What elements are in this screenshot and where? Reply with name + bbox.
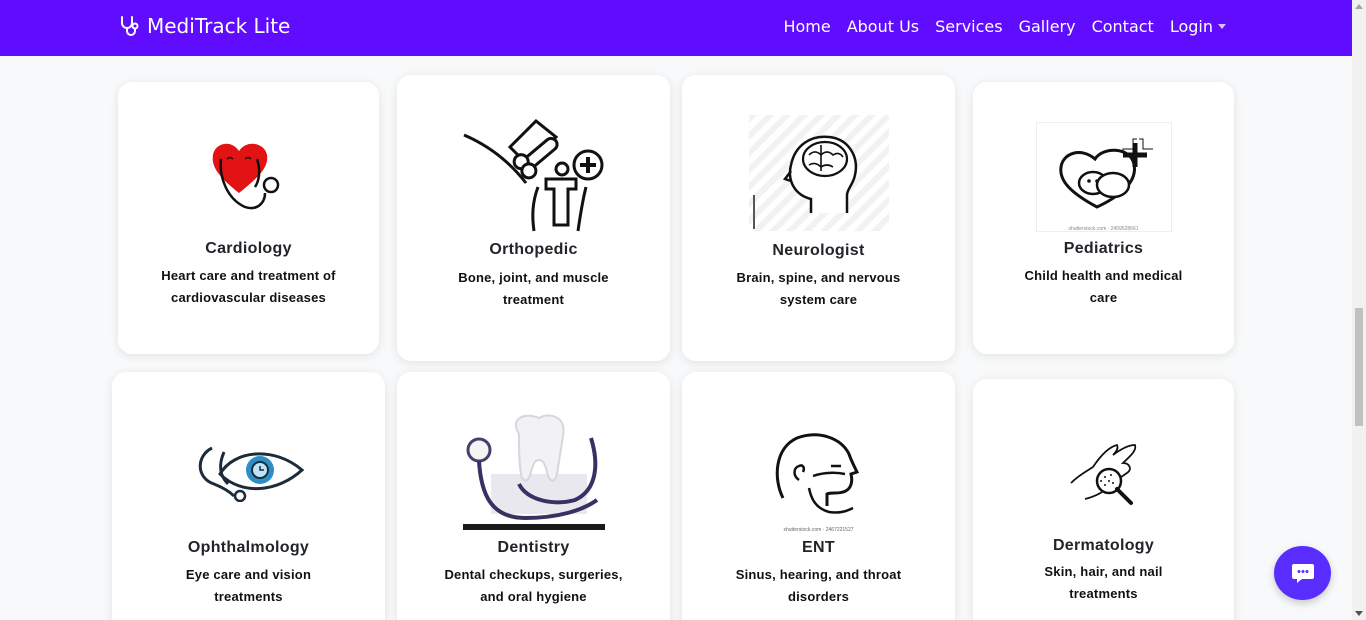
nav-links: Home About Us Services Gallery Contact L… [767, 17, 1226, 36]
card-description: Bone, joint, and muscle treatment [458, 270, 609, 307]
brand-link[interactable]: MediTrack Lite [118, 14, 290, 38]
ent-image: shutterstock.com · 2467221527 [768, 428, 869, 533]
nav-services[interactable]: Services [935, 17, 1002, 36]
eye-stethoscope-icon [198, 446, 304, 502]
service-card-pediatrics[interactable]: shutterstock.com · 2459528661 Pediatrics… [973, 82, 1234, 354]
scroll-thumb[interactable] [1355, 308, 1363, 426]
brain-head-icon [748, 115, 889, 231]
bone-joint-icon [462, 118, 603, 232]
card-title: Pediatrics [1063, 240, 1144, 257]
page-scrollbar[interactable] [1352, 0, 1366, 620]
watermark: shutterstock.com · 2467221527 [783, 527, 854, 533]
head-throat-icon [775, 433, 859, 514]
service-card-neurologist[interactable]: Neurologist Brain, spine, and nervous sy… [682, 75, 955, 361]
card-description: Child health and medical care [1024, 268, 1183, 305]
card-description: Sinus, hearing, and throat disorders [735, 567, 902, 604]
card-title: Neurologist [772, 242, 865, 259]
card-title: Dentistry [497, 539, 570, 556]
card-title: Cardiology [205, 240, 292, 257]
scroll-down-arrow-icon[interactable] [1355, 611, 1363, 616]
hand-magnifier-icon [1069, 443, 1136, 505]
service-card-ent[interactable]: shutterstock.com · 2467221527 ENT Sinus,… [682, 372, 955, 620]
pediatrics-image: shutterstock.com · 2459528661 [1035, 122, 1172, 232]
nav-gallery[interactable]: Gallery [1019, 17, 1076, 36]
chat-bubble-icon [1291, 564, 1314, 583]
nav-contact[interactable]: Contact [1092, 17, 1154, 36]
tooth-stethoscope-icon [462, 414, 605, 530]
card-description: Brain, spine, and nervous system care [736, 270, 901, 307]
card-description: Dental checkups, surgeries, and oral hyg… [444, 567, 623, 604]
card-title: Ophthalmology [187, 539, 310, 556]
card-title: Orthopedic [489, 241, 578, 258]
stethoscope-logo-icon [121, 16, 139, 36]
caret-down-icon [1218, 24, 1226, 29]
card-description: Eye care and vision treatments [185, 567, 312, 604]
nav-login-label: Login [1169, 17, 1213, 36]
card-title: Dermatology [1052, 537, 1155, 554]
service-card-cardiology[interactable]: Cardiology Heart care and treatment of c… [118, 82, 379, 354]
service-card-ophthalmology[interactable]: Ophthalmology Eye care and vision treatm… [112, 372, 385, 620]
card-title: ENT [802, 539, 835, 556]
baby-heart-icon [1058, 138, 1153, 209]
chat-button[interactable] [1274, 546, 1331, 600]
scroll-up-arrow-icon[interactable] [1355, 4, 1363, 9]
service-card-orthopedic[interactable]: Orthopedic Bone, joint, and muscle treat… [397, 75, 670, 361]
card-description: Heart care and treatment of cardiovascul… [161, 268, 336, 305]
watermark: shutterstock.com · 2459528661 [1068, 226, 1139, 232]
nav-about-us[interactable]: About Us [847, 17, 919, 36]
navbar: MediTrack Lite Home About Us Services Ga… [0, 0, 1352, 56]
service-card-dentistry[interactable]: Dentistry Dental checkups, surgeries, an… [397, 372, 670, 620]
nav-home[interactable]: Home [783, 17, 830, 36]
service-card-dermatology[interactable]: Dermatology Skin, hair, and nail treatme… [973, 379, 1234, 620]
nav-login-dropdown[interactable]: Login [1170, 17, 1226, 36]
card-description: Skin, hair, and nail treatments [1044, 564, 1163, 601]
brand-name: MediTrack Lite [147, 14, 291, 38]
heart-stethoscope-icon [212, 143, 279, 210]
